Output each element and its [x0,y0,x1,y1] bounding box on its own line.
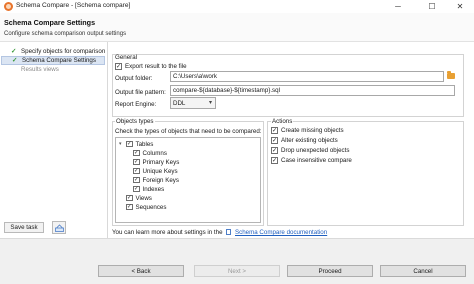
drop-unexpected-objects-checkbox[interactable]: ✓ Drop unexpected objects [271,147,349,154]
general-group-title: General [115,54,138,61]
object-types-description: Check the types of objects that need to … [115,128,262,135]
actions-title: Actions [271,118,294,125]
checkbox-checked-icon: ✓ [271,157,278,164]
tree-item-label: Unique Keys [142,167,178,175]
check-mark-icon: ✓ [11,47,17,55]
chevron-down-icon: ▾ [208,100,212,106]
page-title: Schema Compare Settings [4,18,96,27]
case-insensitive-compare-checkbox[interactable]: ✓ Case insensitive compare [271,157,352,164]
checkbox-checked-icon[interactable]: ✓ [133,149,140,157]
folder-icon[interactable] [447,71,455,79]
library-icon [54,223,64,232]
tree-item-label: Indexes [142,185,165,193]
tree-item-label: Columns [142,149,167,157]
tree-item-tables[interactable]: ▾ ✓ Tables [119,140,153,148]
checkbox-checked-icon[interactable]: ✓ [133,167,140,175]
window-title: Schema Compare - [Schema compare] [16,2,131,9]
output-folder-input[interactable]: C:\Users\a\work [170,71,444,82]
tree-item-foreign-keys[interactable]: ✓ Foreign Keys [133,176,179,184]
tree-item-label: Sequences [135,203,167,211]
export-result-label: Export result to the file [125,63,187,70]
checkbox-checked-icon[interactable]: ✓ [126,203,133,211]
tree-item-primary-keys[interactable]: ✓ Primary Keys [133,158,179,166]
action-label: Alter existing objects [281,137,338,144]
document-icon [226,229,232,235]
app-logo-icon [4,2,13,11]
back-button[interactable]: < Back [98,265,184,277]
alter-existing-objects-checkbox[interactable]: ✓ Alter existing objects [271,137,338,144]
checkbox-checked-icon: ✓ [271,127,278,134]
tree-item-indexes[interactable]: ✓ Indexes [133,185,164,193]
checkbox-checked-icon: ✓ [115,63,122,70]
checkbox-checked-icon[interactable]: ✓ [126,194,133,202]
tree-item-label: Tables [135,140,154,148]
nav-item-label: Results views [21,66,59,73]
info-text: You can learn more about settings in the [112,229,223,236]
save-task-button[interactable]: Save task [4,222,44,233]
minimize-button[interactable]: ─ [384,0,412,13]
checkbox-checked-icon: ✓ [271,137,278,144]
check-mark-icon: ✓ [12,56,18,64]
nav-item-label: Specify objects for comparison [21,48,106,55]
report-engine-value: DDL [173,99,186,107]
output-pattern-label: Output file pattern: [115,89,166,96]
nav-item-results-views[interactable]: Results views [0,65,59,74]
tree-item-unique-keys[interactable]: ✓ Unique Keys [133,167,178,175]
output-folder-label: Output folder: [115,75,153,82]
checkbox-checked-icon[interactable]: ✓ [133,185,140,193]
checkbox-checked-icon[interactable]: ✓ [126,140,133,148]
documentation-link[interactable]: Schema Compare documentation [235,229,327,236]
tree-item-views[interactable]: ✓ Views [126,194,152,202]
report-engine-label: Report Engine: [115,101,157,108]
tree-item-label: Foreign Keys [142,176,179,184]
checkbox-checked-icon: ✓ [271,147,278,154]
tree-item-label: Primary Keys [142,158,180,166]
object-types-tree[interactable]: ▾ ✓ Tables ✓ Columns ✓ Primary Keys ✓ Un… [115,137,261,223]
action-label: Create missing objects [281,127,344,134]
checkbox-checked-icon[interactable]: ✓ [133,158,140,166]
export-result-checkbox[interactable]: ✓ Export result to the file [115,63,187,70]
action-label: Drop unexpected objects [281,147,350,154]
nav-item-label: Schema Compare Settings [22,57,96,64]
wizard-footer [0,238,474,284]
nav-item-specify-objects[interactable]: ✓ Specify objects for comparison [0,47,105,56]
cancel-button[interactable]: Cancel [380,265,466,277]
proceed-button[interactable]: Proceed [287,265,373,277]
tree-item-sequences[interactable]: ✓ Sequences [126,203,166,211]
next-button[interactable]: Next > [194,265,280,277]
page-subtitle: Configure schema comparison output setti… [4,31,127,37]
checkbox-checked-icon[interactable]: ✓ [133,176,140,184]
maximize-button[interactable]: ☐ [418,0,446,13]
expand-chevron-icon[interactable]: ▾ [119,141,125,147]
action-label: Case insensitive compare [281,157,352,164]
object-types-title: Objects types [115,118,155,125]
tree-item-label: Views [135,194,152,202]
output-pattern-input[interactable]: compare-${database}-${timestamp}.sql [170,85,455,96]
task-library-button[interactable] [52,221,66,234]
tree-item-columns[interactable]: ✓ Columns [133,149,167,157]
close-button[interactable]: ✕ [446,0,474,13]
report-engine-select[interactable]: DDL ▾ [170,97,216,109]
create-missing-objects-checkbox[interactable]: ✓ Create missing objects [271,127,344,134]
documentation-info: You can learn more about settings in the… [112,229,327,236]
nav-item-schema-compare-settings[interactable]: ✓ Schema Compare Settings [1,56,105,65]
